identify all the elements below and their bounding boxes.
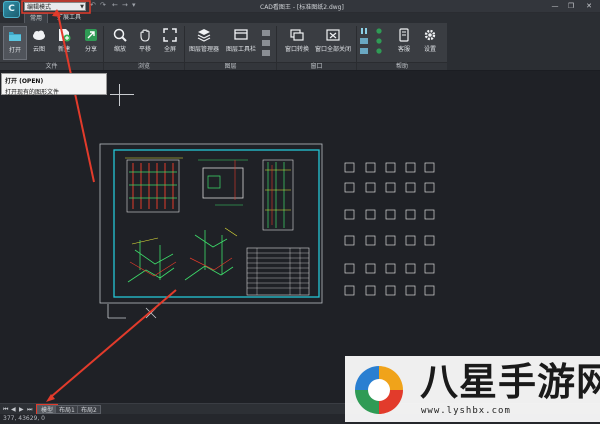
- open-tooltip: 打开 (OPEN) 打开现有的图形文件: [1, 73, 107, 96]
- next-tab-icon[interactable]: ▶: [19, 406, 24, 413]
- coordinate-readout: 377, 43629, 0: [3, 415, 45, 422]
- watermark: 八星手游网 www.lyshbx.com: [345, 356, 600, 422]
- last-tab-icon[interactable]: ⏭: [27, 406, 32, 414]
- tooltip-title: 打开 (OPEN): [5, 78, 44, 85]
- symbol-grid: [344, 162, 435, 296]
- tab-model[interactable]: 模型: [35, 404, 59, 415]
- isometric-pipe-drawing: [184, 227, 238, 281]
- prev-tab-icon[interactable]: ◀: [11, 406, 16, 413]
- equipment-table: [246, 247, 310, 296]
- watermark-logo: [355, 366, 403, 414]
- room-plan: [198, 159, 248, 206]
- first-tab-icon[interactable]: ⏮: [3, 406, 8, 414]
- annotation-arrow: [57, 13, 95, 183]
- tooltip-description: 打开现有的图形文件: [5, 89, 60, 96]
- ucs-axis-icon: [107, 304, 126, 319]
- app-logo[interactable]: C: [3, 1, 20, 18]
- equipment-drawing: [125, 157, 183, 213]
- elevation-drawing: [262, 159, 294, 231]
- watermark-brand: 八星手游网: [420, 360, 600, 404]
- isometric-pipe-drawing: [127, 237, 177, 283]
- watermark-url: www.lyshbx.com: [421, 406, 511, 416]
- tab-layout1[interactable]: 布局1: [55, 405, 79, 414]
- annotation-arrow: [51, 289, 177, 397]
- tab-layout2[interactable]: 布局2: [77, 405, 101, 414]
